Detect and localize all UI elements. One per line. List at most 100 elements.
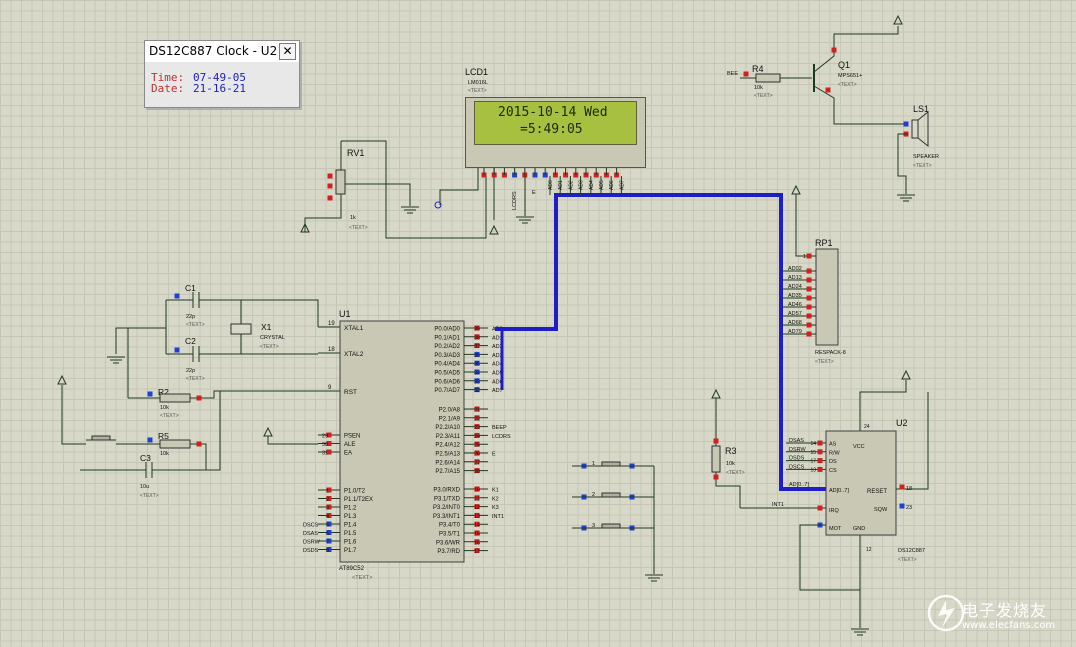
reset-wire (61, 385, 86, 445)
rv1-text: <TEXT> (349, 225, 368, 231)
u2-pin-num: 23 (906, 505, 912, 511)
rp1-text: <TEXT> (815, 359, 834, 365)
u1-pin-num: 12 (474, 505, 480, 511)
r3-value: 10k (726, 461, 735, 467)
u1-pin-num: 37 (474, 344, 480, 350)
rv1-ref: RV1 (347, 148, 364, 158)
bus-tap-label: AD2 (568, 180, 574, 190)
u1-pin-num: 4 (326, 514, 329, 520)
u2-pin-name: CS (829, 468, 837, 474)
u1-pin-name: P2.5/A13 (435, 452, 460, 458)
u1-pin-num: 17 (474, 549, 480, 555)
date-label: Date: (151, 82, 185, 95)
u1-pin-name: EA (344, 451, 352, 457)
u1-pin-name: XTAL2 (344, 351, 364, 358)
beep-label: BEE (727, 71, 738, 77)
rp1-net-label: AD02 (788, 266, 802, 272)
r4-text: <TEXT> (754, 93, 773, 99)
ls1-pin (903, 121, 909, 127)
power-arrow (893, 14, 903, 25)
ls1-text: <TEXT> (913, 163, 932, 169)
lcd-text: <TEXT> (468, 88, 487, 94)
u1-pin-num: 3 (326, 506, 329, 512)
u1-pin-name: P0.0/AD0 (434, 327, 460, 333)
u1-pin-name: P1.1/T2EX (344, 497, 373, 503)
popup-title: DS12C887 Clock - U2 (149, 44, 278, 58)
close-button[interactable]: ✕ (279, 43, 296, 60)
r5-value: 10k (160, 451, 169, 457)
bus-tap-label: AD0 (548, 180, 554, 190)
u2-pin (817, 440, 823, 446)
u2-pin-name: DS (829, 459, 837, 465)
u1-pin-name: P3.3/INT1 (433, 514, 461, 520)
reset-wire (896, 392, 929, 490)
u2-vcc-name: VCC (853, 444, 865, 450)
u2-pin-num: 13 (810, 467, 816, 473)
u1-pin-num: 27 (474, 460, 480, 466)
c2-value: 22p (186, 368, 195, 374)
u1-pin-name: P3.6/WR (436, 540, 461, 546)
ds12c887-clock-window[interactable]: DS12C887 Clock - U2 ✕ Time: 07-49-05 Dat… (144, 40, 300, 108)
u2-vcc-num: 24 (864, 424, 870, 430)
u1-pin-num: 15 (474, 532, 480, 538)
u2-net-label: DSRW (789, 447, 807, 453)
u1-pin-num: 14 (474, 523, 480, 529)
u1-pin-num: 9 (328, 385, 332, 391)
lcd-vss-wire (439, 166, 479, 205)
u2-net-label: DSCS (789, 464, 805, 470)
popup-title-bar[interactable]: DS12C887 Clock - U2 ✕ (145, 41, 299, 62)
u1-pin-name: P1.7 (344, 548, 357, 554)
u1-pin-num: 7 (326, 540, 329, 546)
rst-wire (190, 390, 318, 399)
rp1-part: RESPACK-8 (815, 350, 846, 356)
c1-wire (199, 299, 319, 327)
u1-net-label: K3 (492, 505, 499, 511)
rp1-net-label: AD46 (788, 302, 802, 308)
u1-net-label: BEEP (492, 425, 507, 431)
r5-body (159, 439, 191, 449)
u1-pin-num: 30 (322, 442, 328, 448)
u1-net-label: DSCS (303, 523, 319, 529)
u2-pin (817, 466, 823, 472)
r5-pin (147, 437, 153, 443)
u2-pin (817, 505, 823, 511)
speaker-icon (917, 110, 929, 148)
u2-pin (817, 458, 823, 464)
r4-body (755, 73, 781, 83)
rv1-body (335, 169, 346, 195)
ls1-wire (897, 133, 908, 194)
rp1-pin (806, 277, 812, 283)
u1-pin-num: 29 (322, 434, 328, 440)
u2-mot-name: MOT (829, 526, 842, 532)
u1-net-label: DSRW (303, 540, 321, 546)
u1-pin-name: P3.0/RXD (433, 488, 460, 494)
u1-pin-name: P0.3/AD3 (434, 353, 460, 359)
rp1-pin (806, 295, 812, 301)
q1-pin (825, 87, 831, 93)
u1-pin-name: P0.4/AD4 (434, 362, 460, 368)
u1-pin-name: P0.1/AD1 (434, 335, 460, 341)
u2-pin-num: 17 (810, 459, 816, 465)
u1-pin-num: 19 (328, 321, 335, 327)
u1-pin-num: 36 (474, 353, 480, 359)
x1-part: CRYSTAL (260, 335, 285, 341)
u1-pin-name: P3.2/INT0 (433, 505, 461, 511)
u2-net-label: DSDS (789, 456, 805, 462)
r3-wire (715, 472, 741, 508)
u1-pin-name: P3.7/RD (437, 549, 460, 555)
u1-pin-name: PSEN (344, 434, 360, 440)
u1-pin-num: 2 (326, 497, 329, 503)
u2-text: <TEXT> (898, 557, 917, 563)
rv1-wire (345, 183, 411, 206)
u2-bus-name: AD[0..7] (829, 488, 849, 494)
r3-pin (713, 474, 719, 480)
u1-pin-name: P0.2/AD2 (434, 344, 460, 350)
u1-text: <TEXT> (352, 575, 372, 581)
u2-pin-num: 15 (810, 450, 816, 456)
u1-pin-name: P1.6 (344, 540, 357, 546)
schematic-canvas[interactable]: U1 AT89C52 <TEXT> 19 XTAL1 18 XTAL2 9 RST 29 PSEN 3… (0, 0, 1076, 647)
u1-pin-num: 34 (474, 371, 480, 377)
u2-gnd-name: GND (853, 526, 865, 532)
u1-pin-name: P0.7/AD7 (434, 388, 460, 394)
rp1-net-label: AD24 (788, 284, 802, 290)
